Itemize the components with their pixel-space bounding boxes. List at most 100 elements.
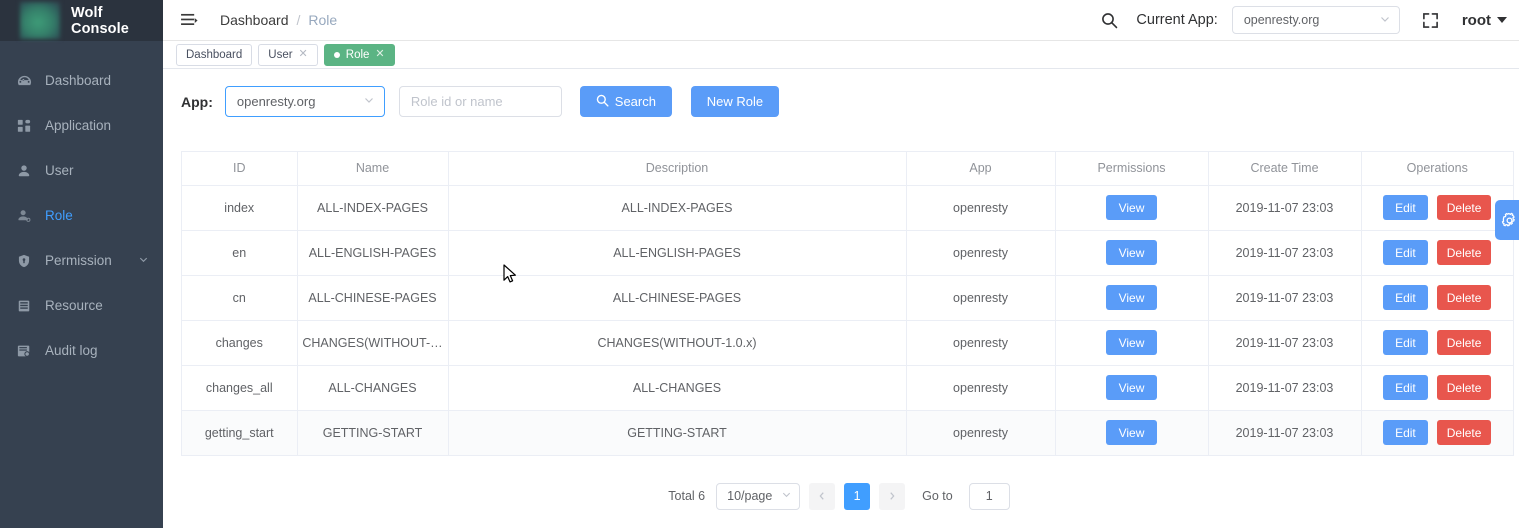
column-header-create-time[interactable]: Create Time bbox=[1208, 152, 1362, 186]
cell-app: openresty bbox=[906, 365, 1056, 411]
prev-page-button[interactable] bbox=[809, 482, 836, 510]
chevron-down-icon bbox=[363, 94, 375, 109]
view-permissions-button[interactable]: View bbox=[1105, 375, 1158, 400]
breadcrumb-root[interactable]: Dashboard bbox=[220, 12, 289, 28]
role-table-container: ID Name Description App Permissions Crea… bbox=[181, 151, 1514, 456]
fullscreen-icon[interactable] bbox=[1422, 12, 1439, 29]
hamburger-icon[interactable] bbox=[181, 13, 198, 28]
delete-role-button[interactable]: Delete bbox=[1436, 195, 1492, 220]
cell-app: openresty bbox=[906, 410, 1056, 456]
brand-title: Wolf Console bbox=[71, 4, 129, 37]
cell-id: index bbox=[182, 185, 298, 231]
view-permissions-button[interactable]: View bbox=[1105, 330, 1158, 355]
delete-role-button[interactable]: Delete bbox=[1436, 285, 1492, 310]
app-root: Wolf Console Dashboard Application User bbox=[0, 0, 1519, 528]
delete-role-button[interactable]: Delete bbox=[1436, 375, 1492, 400]
app-filter-value: openresty.org bbox=[236, 94, 316, 109]
sidebar-item-label: Permission bbox=[45, 253, 112, 268]
view-permissions-button[interactable]: View bbox=[1105, 420, 1158, 445]
gear-icon[interactable] bbox=[1495, 200, 1519, 240]
view-permissions-button[interactable]: View bbox=[1105, 285, 1158, 310]
sidebar-item-dashboard[interactable]: Dashboard bbox=[0, 58, 163, 103]
column-header-operations[interactable]: Operations bbox=[1361, 152, 1513, 186]
filter-toolbar: App: openresty.org Search New Role bbox=[163, 69, 1519, 117]
edit-role-button[interactable]: Edit bbox=[1383, 195, 1428, 220]
cell-create-time: 2019-11-07 23:03 bbox=[1208, 365, 1362, 411]
cell-app: openresty bbox=[906, 275, 1056, 321]
search-button[interactable]: Search bbox=[579, 86, 672, 117]
page-number-1[interactable]: 1 bbox=[844, 482, 871, 510]
pagination-total: Total 6 bbox=[668, 489, 706, 503]
user-name: root bbox=[1461, 11, 1491, 29]
user-menu[interactable]: root bbox=[1462, 12, 1507, 29]
sidebar-item-permission[interactable]: Permission bbox=[0, 238, 163, 283]
edit-role-button[interactable]: Edit bbox=[1383, 420, 1428, 445]
search-icon[interactable] bbox=[1101, 12, 1118, 29]
topbar-right: Current App: openresty.org root bbox=[1101, 6, 1519, 34]
sidebar-item-label: Resource bbox=[45, 298, 103, 313]
page-size-select[interactable]: 10/page bbox=[716, 482, 801, 510]
cell-operations: Edit Delete bbox=[1361, 275, 1513, 321]
resource-icon bbox=[13, 299, 35, 313]
table-row[interactable]: cn ALL-CHINESE-PAGES ALL-CHINESE-PAGES open… bbox=[182, 275, 1513, 321]
close-icon[interactable]: ✕ bbox=[375, 49, 384, 60]
column-header-id[interactable]: ID bbox=[182, 152, 298, 186]
current-app-label: Current App: bbox=[1136, 12, 1218, 28]
cell-id: cn bbox=[182, 275, 298, 321]
column-header-description[interactable]: Description bbox=[448, 152, 907, 186]
chevron-down-icon bbox=[781, 489, 792, 503]
edit-role-button[interactable]: Edit bbox=[1383, 330, 1428, 355]
tab-role[interactable]: Role ✕ bbox=[323, 43, 395, 66]
cell-id: getting_start bbox=[182, 410, 298, 456]
goto-label: Go to bbox=[922, 489, 953, 503]
pagination: Total 6 10/page 1 Go to bbox=[163, 482, 1519, 510]
column-header-app[interactable]: App bbox=[906, 152, 1056, 186]
goto-page-input[interactable] bbox=[968, 482, 1010, 510]
cell-description: CHANGES(WITHOUT-1.0.x) bbox=[448, 320, 907, 366]
sidebar-item-role[interactable]: Role bbox=[0, 193, 163, 238]
edit-role-button[interactable]: Edit bbox=[1383, 240, 1428, 265]
cell-create-time: 2019-11-07 23:03 bbox=[1208, 185, 1362, 231]
cell-name: ALL-CHANGES bbox=[297, 365, 449, 411]
current-app-select[interactable]: openresty.org bbox=[1231, 6, 1400, 34]
view-permissions-button[interactable]: View bbox=[1105, 195, 1158, 220]
close-icon[interactable]: ✕ bbox=[299, 49, 308, 60]
table-row[interactable]: index ALL-INDEX-PAGES ALL-INDEX-PAGES openr… bbox=[182, 185, 1513, 231]
table-row[interactable]: changes_all ALL-CHANGES ALL-CHANGES openres… bbox=[182, 365, 1513, 411]
edit-role-button[interactable]: Edit bbox=[1383, 285, 1428, 310]
table-row[interactable]: en ALL-ENGLISH-PAGES ALL-ENGLISH-PAGES open… bbox=[182, 230, 1513, 276]
sidebar-item-audit-log[interactable]: Audit log bbox=[0, 328, 163, 373]
search-input[interactable] bbox=[398, 86, 562, 117]
cell-name: GETTING-START bbox=[297, 410, 449, 456]
sidebar-item-resource[interactable]: Resource bbox=[0, 283, 163, 328]
search-icon bbox=[596, 94, 609, 110]
role-icon bbox=[13, 209, 35, 223]
tab-user[interactable]: User ✕ bbox=[258, 43, 318, 66]
dashboard-icon bbox=[13, 73, 35, 88]
cell-id: en bbox=[182, 230, 298, 276]
tab-dashboard[interactable]: Dashboard bbox=[176, 43, 253, 66]
cell-permissions: View bbox=[1055, 365, 1209, 411]
delete-role-button[interactable]: Delete bbox=[1436, 330, 1492, 355]
sidebar-item-application[interactable]: Application bbox=[0, 103, 163, 148]
delete-role-button[interactable]: Delete bbox=[1436, 420, 1492, 445]
column-header-permissions[interactable]: Permissions bbox=[1055, 152, 1209, 186]
new-role-button[interactable]: New Role bbox=[690, 86, 779, 117]
sidebar-item-user[interactable]: User bbox=[0, 148, 163, 193]
app-filter-select[interactable]: openresty.org bbox=[224, 86, 385, 117]
table-row[interactable]: getting_start GETTING-START GETTING-START o… bbox=[182, 410, 1513, 456]
sidebar-item-label: User bbox=[45, 163, 74, 178]
current-app-value: openresty.org bbox=[1243, 13, 1320, 27]
delete-role-button[interactable]: Delete bbox=[1436, 240, 1492, 265]
sidebar-item-label: Audit log bbox=[45, 343, 98, 358]
main-area: Dashboard / Role Current App: openresty.… bbox=[163, 0, 1519, 528]
tab-label: Role bbox=[345, 48, 370, 61]
table-row[interactable]: changes CHANGES(WITHOUT-… CHANGES(WITHOUT-… bbox=[182, 320, 1513, 366]
next-page-button[interactable] bbox=[879, 482, 906, 510]
column-header-name[interactable]: Name bbox=[297, 152, 449, 186]
edit-role-button[interactable]: Edit bbox=[1383, 375, 1428, 400]
brand-header[interactable]: Wolf Console bbox=[0, 0, 163, 41]
view-permissions-button[interactable]: View bbox=[1105, 240, 1158, 265]
topbar: Dashboard / Role Current App: openresty.… bbox=[163, 0, 1519, 41]
role-table: ID Name Description App Permissions Crea… bbox=[182, 152, 1513, 456]
